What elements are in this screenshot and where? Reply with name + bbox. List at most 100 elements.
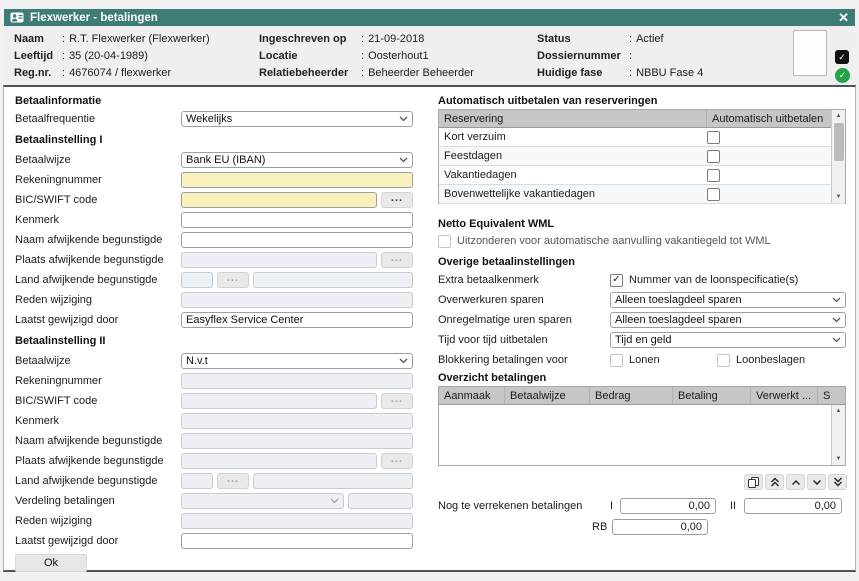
move-down-button[interactable]	[807, 474, 826, 490]
column-header-verwerkt[interactable]: Verwerkt ...	[751, 387, 818, 404]
bovenwettelijke-vakantiedagen-checkbox[interactable]	[707, 188, 720, 201]
bi2-plaats-afwijkende-input	[181, 453, 377, 469]
info-label: Reg.nr.	[14, 67, 62, 79]
reden-wijziging-label: Reden wijziging	[15, 294, 181, 306]
totaal-ii-label: II	[730, 500, 742, 512]
column-header-s[interactable]: S	[818, 387, 845, 404]
bi2-betaalwijze-select[interactable]: N.v.t	[181, 353, 413, 369]
bi1-plaats-afwijkende-input	[181, 252, 377, 268]
ingeschreven-value: 21-09-2018	[368, 33, 424, 45]
green-status-check-icon: ✓	[835, 68, 850, 83]
betalingen-toolbar	[438, 474, 847, 491]
move-top-button[interactable]	[765, 474, 784, 490]
betaalfrequentie-select[interactable]: Wekelijks	[181, 111, 413, 127]
totaal-rb-input[interactable]: 0,00	[612, 519, 708, 535]
overwerkuren-sparen-select[interactable]: Alleen toeslagdeel sparen	[610, 292, 846, 308]
scroll-up-icon[interactable]: ▲	[832, 110, 845, 122]
ok-button[interactable]: Ok	[15, 554, 87, 572]
column-header-betaling[interactable]: Betaling	[673, 387, 751, 404]
bi1-bic-lookup-button[interactable]: ...	[381, 192, 413, 208]
column-header-reservering[interactable]: Reservering	[439, 110, 707, 127]
scroll-down-icon[interactable]: ▼	[832, 191, 845, 203]
chevron-down-icon	[832, 297, 841, 303]
scroll-down-icon[interactable]: ▼	[832, 453, 845, 465]
column-header-automatisch-uitbetalen[interactable]: Automatisch uitbetalen	[707, 110, 845, 127]
totaal-i-input[interactable]: 0,00	[620, 498, 716, 514]
column-header-aanmaak[interactable]: Aanmaak	[439, 387, 505, 404]
overzicht-scrollbar[interactable]: ▲ ▼	[831, 405, 845, 465]
chevron-down-icon	[330, 498, 339, 504]
totaal-ii-input[interactable]: 0,00	[744, 498, 842, 514]
black-checked-checkbox-icon[interactable]: ✓	[835, 50, 849, 64]
betalingen-panel: Betaalinformatie Betaalfrequentie Wekeli…	[3, 85, 856, 572]
table-row[interactable]: Kort verzuim	[439, 128, 845, 147]
bi1-land-naam-input	[253, 272, 413, 288]
bi1-plaats-lookup-button: ...	[381, 252, 413, 268]
huidige-fase-value: NBBU Fase 4	[636, 67, 703, 79]
section-betaalinstelling-1: Betaalinstelling I	[15, 129, 414, 150]
nog-te-verrekenen-label: Nog te verrekenen betalingen	[438, 500, 610, 512]
info-label: Ingeschreven op	[259, 33, 361, 45]
move-up-button[interactable]	[786, 474, 805, 490]
flexwerker-card-icon	[10, 12, 24, 23]
bi2-reden-wijziging-input	[181, 513, 413, 529]
table-row[interactable]: Feestdagen	[439, 147, 845, 166]
bi2-land-code-input	[181, 473, 213, 489]
extra-betaalkenmerk-label: Extra betaalkenmerk	[438, 274, 610, 286]
rekeningnummer-label: Rekeningnummer	[15, 174, 181, 186]
uitzonderen-wml-checkbox[interactable]	[438, 235, 451, 248]
bi1-laatst-gewijzigd-input[interactable]: Easyflex Service Center	[181, 312, 413, 328]
copy-icon	[748, 477, 759, 488]
photo-placeholder	[793, 30, 827, 76]
bi1-land-code-input	[181, 272, 213, 288]
kenmerk-label: Kenmerk	[15, 415, 181, 427]
feestdagen-checkbox[interactable]	[707, 150, 720, 163]
table-row[interactable]: Vakantiedagen	[439, 166, 845, 185]
section-automatisch-uitbetalen: Automatisch uitbetalen van reserveringen	[438, 93, 847, 109]
column-header-betaalwijze[interactable]: Betaalwijze	[505, 387, 590, 404]
betaalfrequentie-label: Betaalfrequentie	[15, 113, 181, 125]
bi1-kenmerk-input[interactable]	[181, 212, 413, 228]
info-label: Status	[537, 33, 629, 45]
table-row[interactable]: Bovenwettelijke vakantiedagen	[439, 185, 845, 204]
section-betaalinformatie: Betaalinformatie	[15, 93, 414, 109]
status-value: Actief	[636, 33, 664, 45]
naam-afwijkende-begunstigde-label: Naam afwijkende begunstigde	[15, 435, 181, 447]
overzicht-betalingen-table: Aanmaak Betaalwijze Bedrag Betaling Verw…	[438, 386, 846, 466]
naam-value: R.T. Flexwerker (Flexwerker)	[69, 33, 210, 45]
bic-swift-label: BIC/SWIFT code	[15, 194, 181, 206]
onregelmatige-uren-sparen-select[interactable]: Alleen toeslagdeel sparen	[610, 312, 846, 328]
bi1-bic-swift-input[interactable]	[181, 192, 377, 208]
bi1-betaalwijze-select[interactable]: Bank EU (IBAN)	[181, 152, 413, 168]
move-bottom-button[interactable]	[828, 474, 847, 490]
uitzonderen-wml-label: Uitzonderen voor automatische aanvulling…	[457, 235, 771, 247]
bi2-bic-swift-input	[181, 393, 377, 409]
plaats-afwijkende-begunstigde-label: Plaats afwijkende begunstigde	[15, 254, 181, 266]
reserveringen-scrollbar[interactable]: ▲ ▼	[831, 110, 845, 203]
kort-verzuim-checkbox[interactable]	[707, 131, 720, 144]
info-label: Locatie	[259, 50, 361, 62]
bi2-land-lookup-button: ...	[217, 473, 249, 489]
copy-button[interactable]	[744, 474, 763, 490]
scroll-thumb[interactable]	[834, 123, 844, 161]
bic-swift-label: BIC/SWIFT code	[15, 395, 181, 407]
column-header-bedrag[interactable]: Bedrag	[590, 387, 673, 404]
bi2-laatst-gewijzigd-input[interactable]	[181, 533, 413, 549]
info-label: Huidige fase	[537, 67, 629, 79]
laatst-gewijzigd-label: Laatst gewijzigd door	[15, 535, 181, 547]
betaalwijze-label: Betaalwijze	[15, 355, 181, 367]
loonspecificatie-checkbox[interactable]: ✓	[610, 274, 623, 287]
plaats-afwijkende-begunstigde-label: Plaats afwijkende begunstigde	[15, 455, 181, 467]
tijd-voor-tijd-select[interactable]: Tijd en geld	[610, 332, 846, 348]
bi1-naam-afwijkende-input[interactable]	[181, 232, 413, 248]
blokkering-lonen-checkbox[interactable]	[610, 354, 623, 367]
bi1-rekeningnummer-input[interactable]	[181, 172, 413, 188]
blokkering-loonbeslagen-checkbox[interactable]	[717, 354, 730, 367]
flexwerker-info-header: Naam:R.T. Flexwerker (Flexwerker) Leefti…	[4, 26, 855, 85]
totaal-rb-label: RB	[592, 521, 600, 533]
vakantiedagen-checkbox[interactable]	[707, 169, 720, 182]
chevron-down-icon	[812, 479, 822, 486]
close-icon[interactable]: ✕	[838, 11, 849, 24]
verdeling-betalingen-label: Verdeling betalingen	[15, 495, 181, 507]
scroll-up-icon[interactable]: ▲	[832, 405, 845, 417]
